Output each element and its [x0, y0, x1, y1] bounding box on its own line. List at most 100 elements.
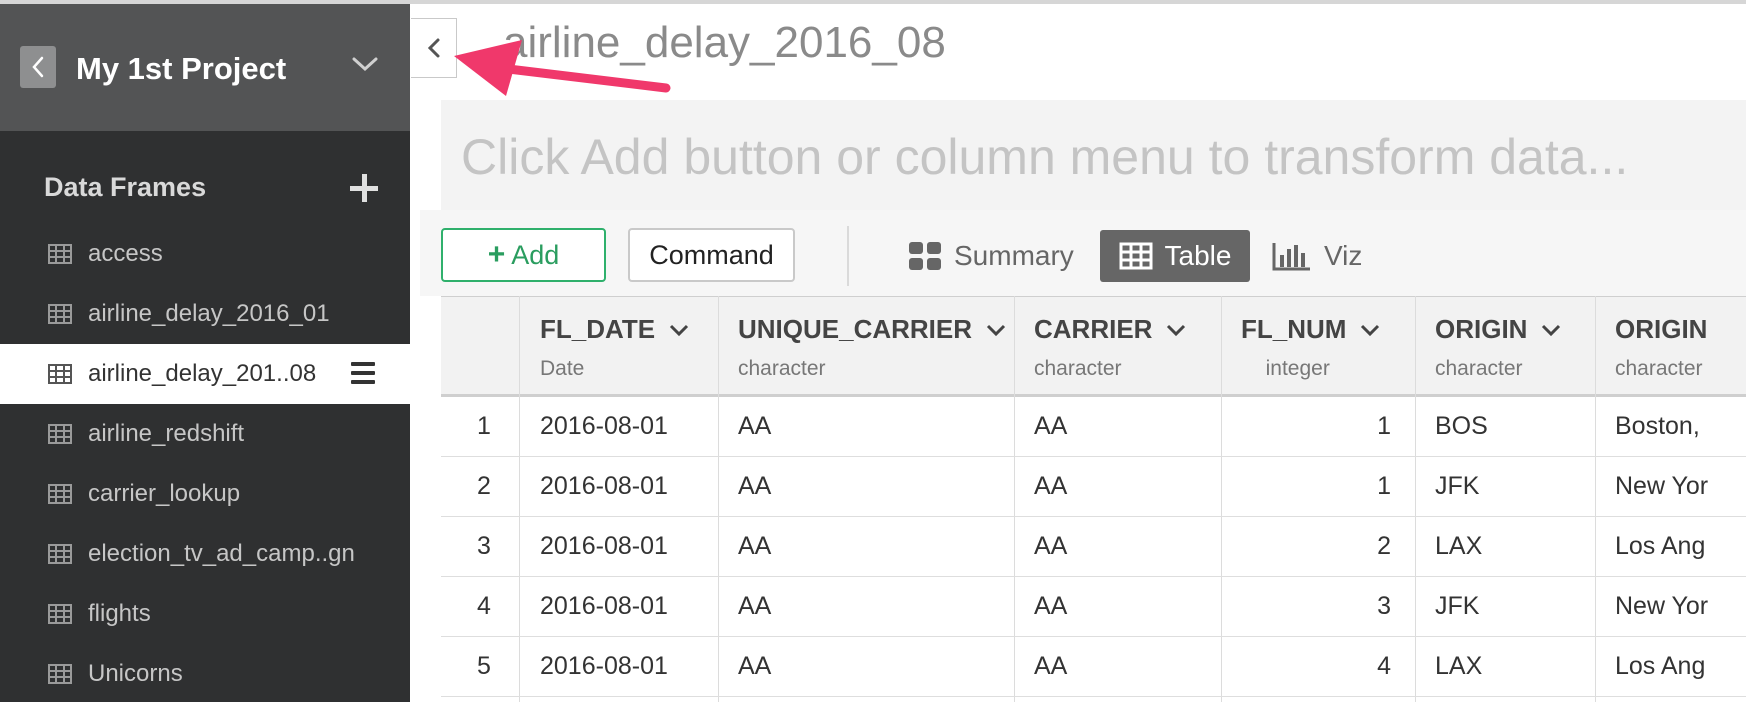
table-cell[interactable]: 2016-08-01 — [540, 472, 668, 501]
toolbar — [420, 210, 1746, 296]
data-frame-label: access — [88, 240, 163, 267]
table-cell[interactable]: Los Ang — [1615, 532, 1705, 561]
table-cell[interactable]: AA — [1034, 532, 1067, 561]
chevron-down-icon[interactable] — [1166, 323, 1186, 337]
table-cell[interactable]: 2 — [1377, 532, 1391, 561]
column-header[interactable]: UNIQUE_CARRIER character — [738, 314, 1006, 381]
column-name: CARRIER — [1034, 314, 1153, 344]
column-header[interactable]: FL_NUM integer — [1241, 314, 1380, 381]
table-cell[interactable]: LAX — [1435, 532, 1482, 561]
table-cell[interactable]: AA — [1034, 472, 1067, 501]
column-type: character — [1615, 357, 1703, 380]
table-cell[interactable]: AA — [738, 592, 771, 621]
column-header[interactable]: FL_DATE Date — [540, 314, 689, 381]
chevron-down-icon[interactable] — [1541, 323, 1561, 337]
table-view-button[interactable]: Table — [1100, 230, 1250, 282]
row-number: 3 — [477, 532, 491, 560]
data-frames-heading: Data Frames — [44, 172, 207, 202]
table-cell[interactable]: Boston, — [1615, 412, 1700, 441]
column-name: ORIGIN — [1435, 314, 1528, 344]
chevron-down-icon[interactable] — [669, 323, 689, 337]
table-label: Table — [1164, 240, 1232, 271]
chevron-down-icon[interactable] — [1360, 323, 1380, 337]
data-frame-item[interactable]: flights — [0, 584, 410, 644]
column-type: integer — [1265, 357, 1330, 380]
sidebar: My 1st Project Data Frames access airlin… — [0, 4, 410, 702]
table-cell[interactable]: 2016-08-01 — [540, 532, 668, 561]
command-button[interactable]: Command — [628, 228, 795, 282]
row-number: 2 — [477, 472, 491, 500]
table-cell[interactable]: AA — [738, 472, 771, 501]
table-grid-icon — [1119, 242, 1153, 270]
column-header[interactable]: CARRIER character — [1034, 314, 1186, 381]
table-cell[interactable]: 2016-08-01 — [540, 652, 668, 681]
column-type: character — [1435, 357, 1523, 380]
viz-label: Viz — [1324, 240, 1363, 271]
table-cell[interactable]: AA — [1034, 652, 1067, 681]
table-grid-icon — [48, 484, 72, 504]
annotation-arrow — [454, 40, 671, 96]
summary-label: Summary — [954, 240, 1074, 271]
column-name: FL_NUM — [1241, 314, 1347, 344]
data-frame-label: election_tv_ad_camp..gn — [88, 540, 355, 567]
data-frame-item[interactable]: Unicorns — [0, 644, 410, 704]
table-cell[interactable]: New Yor — [1615, 592, 1708, 621]
column-type: Date — [540, 357, 585, 380]
table-grid-icon — [48, 304, 72, 324]
data-frame-list: access airline_delay_2016_01 airline_del… — [0, 224, 410, 704]
data-frame-label: carrier_lookup — [88, 480, 241, 507]
table-cell[interactable]: AA — [1034, 592, 1067, 621]
table-cell[interactable]: 3 — [1377, 592, 1391, 621]
table-cell[interactable]: AA — [738, 412, 771, 441]
chevron-left-icon — [32, 56, 44, 78]
data-frame-item[interactable]: access — [0, 224, 410, 284]
project-title: My 1st Project — [76, 51, 287, 86]
add-data-frame-plus-icon[interactable] — [350, 174, 378, 202]
column-header[interactable]: ORIGIN character — [1615, 314, 1707, 381]
summary-view-button[interactable]: Summary — [908, 230, 1074, 282]
toolbar-divider — [847, 226, 849, 286]
row-number: 5 — [477, 652, 491, 680]
table-cell[interactable]: AA — [1034, 412, 1067, 441]
table-cell[interactable]: 4 — [1377, 652, 1391, 681]
viz-view-button[interactable]: Viz — [1272, 230, 1362, 282]
table-cell[interactable]: JFK — [1435, 472, 1479, 501]
back-button[interactable] — [20, 46, 56, 88]
chevron-down-icon[interactable] — [352, 56, 378, 72]
data-frame-item[interactable]: election_tv_ad_camp..gn — [0, 524, 410, 584]
hamburger-menu-icon[interactable] — [351, 362, 375, 384]
data-frame-item-active[interactable]: airline_delay_201..08 — [0, 344, 410, 404]
data-frame-label: airline_delay_2016_01 — [88, 300, 330, 327]
plus-icon: + — [487, 238, 506, 271]
chevron-down-icon[interactable] — [986, 323, 1006, 337]
table-cell[interactable]: LAX — [1435, 652, 1482, 681]
table-cell[interactable]: 1 — [1377, 472, 1391, 501]
row-number: 1 — [477, 412, 491, 440]
table-row: 3 2016-08-01 AA AA 2 LAX Los Ang — [441, 517, 1746, 577]
table-cell[interactable]: Los Ang — [1615, 652, 1705, 681]
table-row: 2 2016-08-01 AA AA 1 JFK New Yor — [441, 457, 1746, 517]
data-table: FL_DATE Date UNIQUE_CARRIER character CA… — [441, 296, 1746, 702]
data-frame-item[interactable]: airline_delay_2016_01 — [0, 284, 410, 344]
column-header[interactable]: ORIGIN character — [1435, 314, 1561, 381]
table-cell[interactable]: AA — [738, 652, 771, 681]
table-cell[interactable]: AA — [738, 532, 771, 561]
table-grid-icon — [48, 664, 72, 684]
data-frame-item[interactable]: airline_redshift — [0, 404, 410, 464]
table-grid-icon — [48, 364, 72, 384]
table-grid-icon — [48, 424, 72, 444]
table-row: 5 2016-08-01 AA AA 4 LAX Los Ang — [441, 637, 1746, 697]
data-frame-item[interactable]: carrier_lookup — [0, 464, 410, 524]
row-number: 4 — [477, 592, 491, 620]
table-cell[interactable]: New Yor — [1615, 472, 1708, 501]
table-cell[interactable]: JFK — [1435, 592, 1479, 621]
table-row: 1 2016-08-01 AA AA 1 BOS Boston, — [441, 397, 1746, 457]
summary-tiles-icon — [909, 242, 941, 270]
data-frame-label: airline_delay_201..08 — [88, 360, 317, 387]
add-button[interactable]: + Add — [441, 228, 606, 282]
table-cell[interactable]: 2016-08-01 — [540, 592, 668, 621]
table-cell[interactable]: 1 — [1377, 412, 1391, 441]
table-cell[interactable]: 2016-08-01 — [540, 412, 668, 441]
project-header[interactable]: My 1st Project — [0, 4, 410, 131]
table-cell[interactable]: BOS — [1435, 412, 1488, 441]
